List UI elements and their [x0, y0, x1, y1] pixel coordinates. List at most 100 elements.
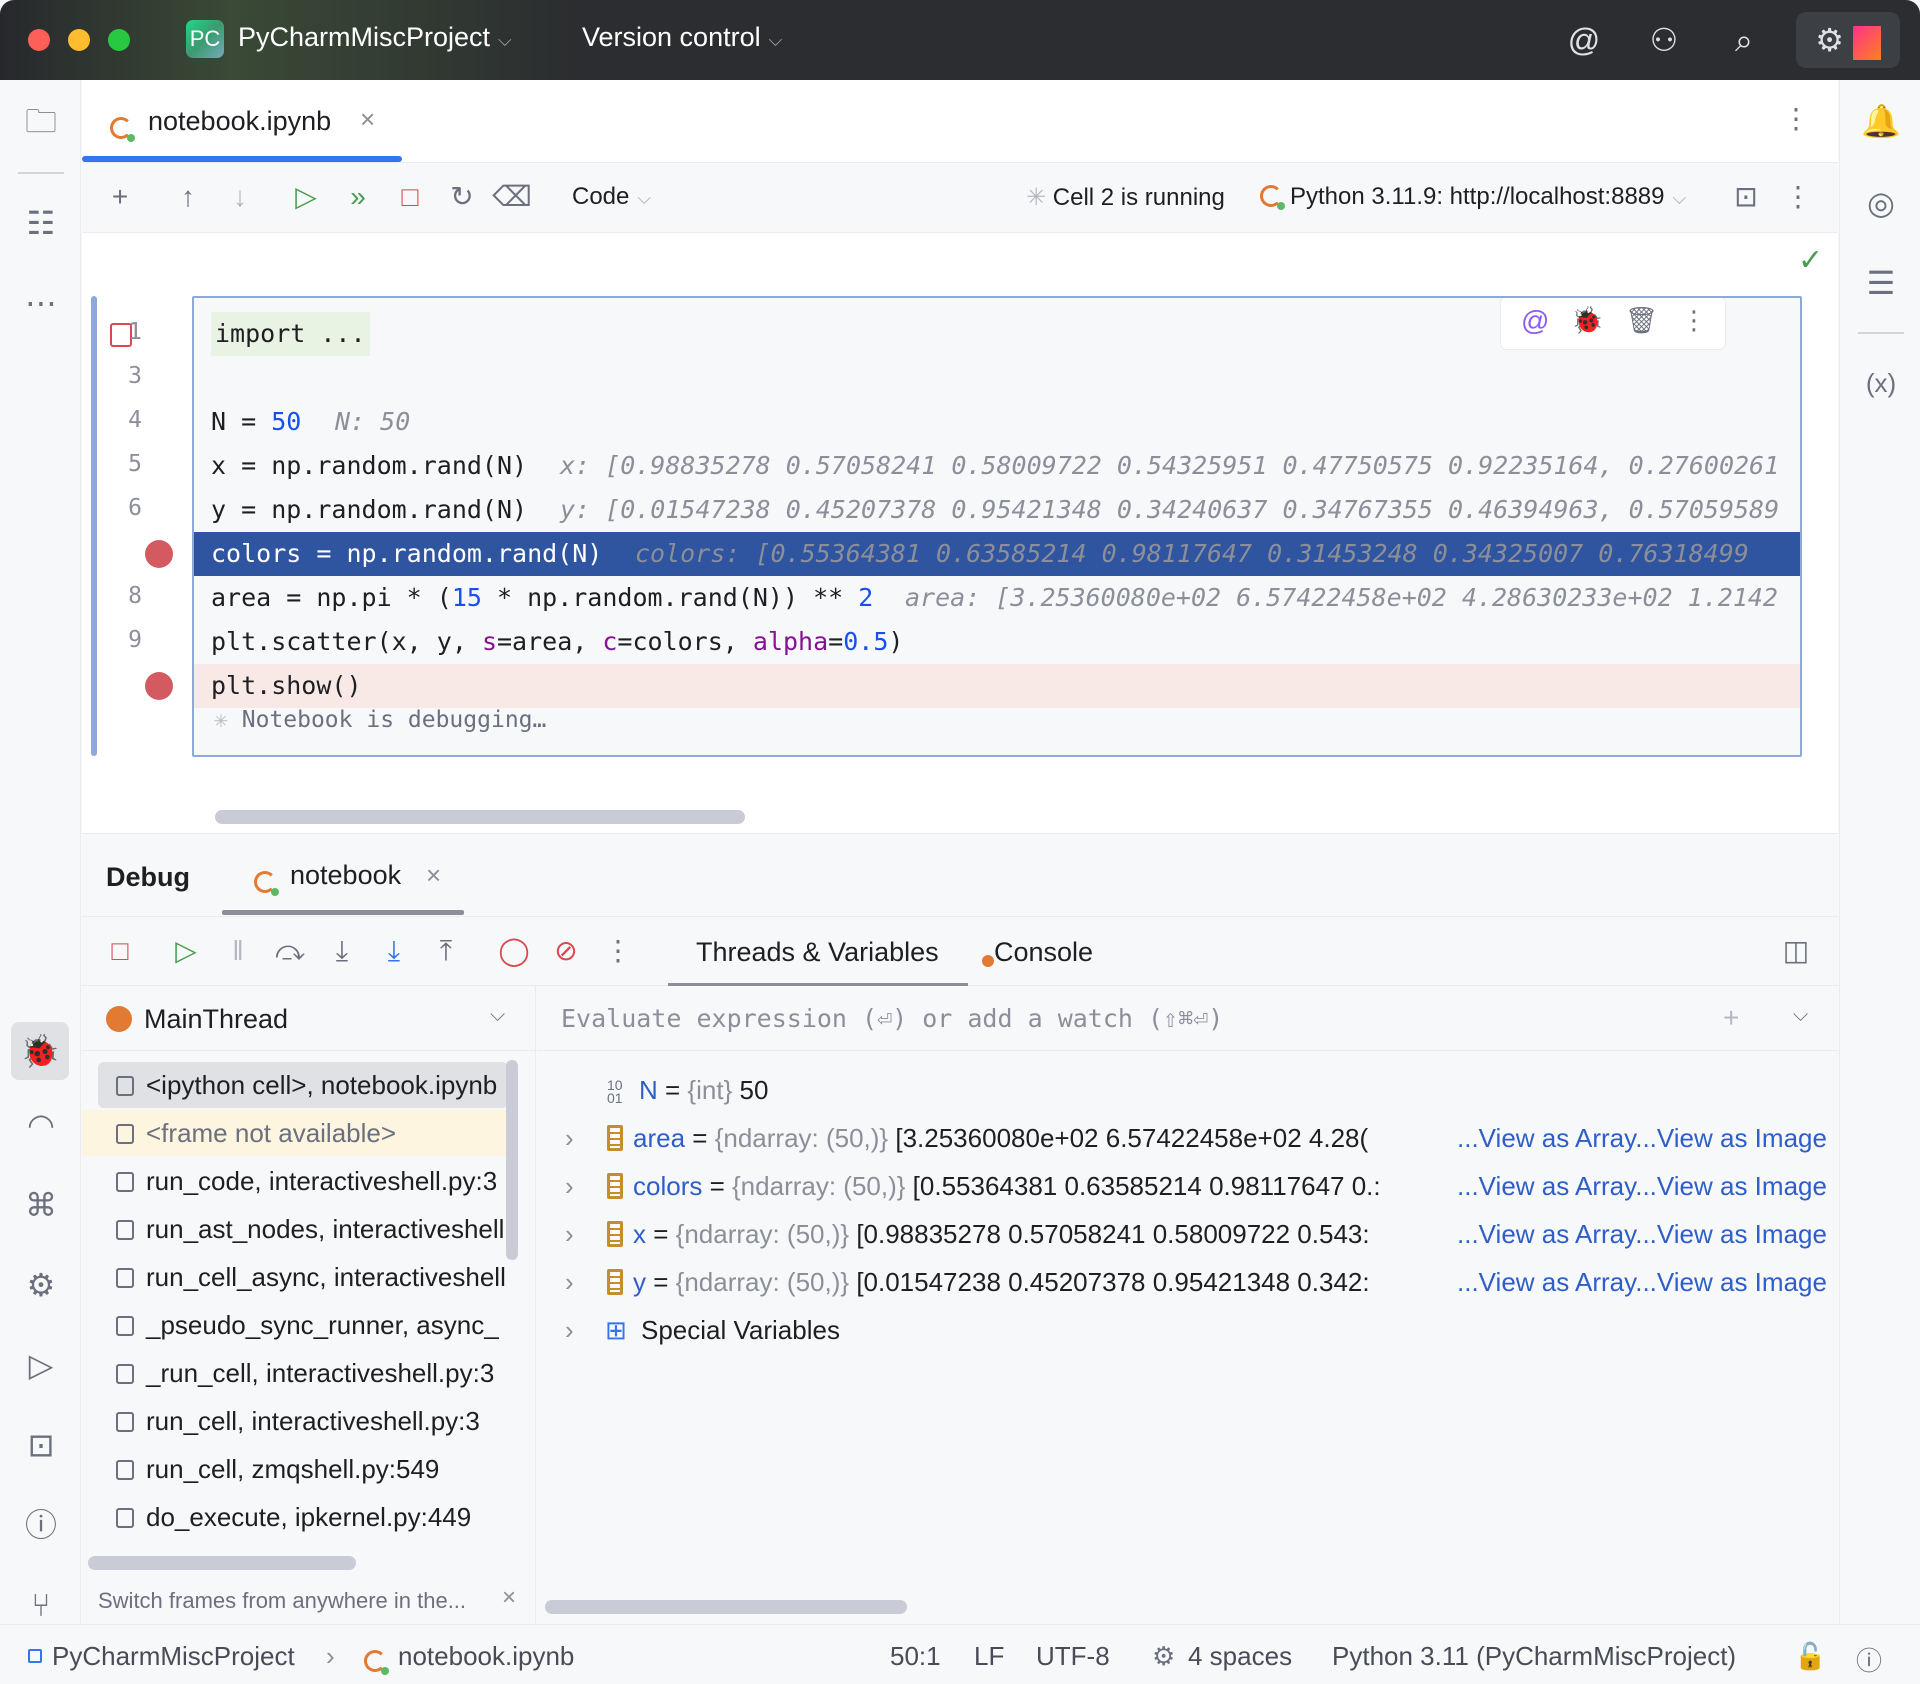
view-as-image-link[interactable]: ...View as Image: [1635, 1267, 1827, 1297]
mute-breakpoints-icon[interactable]: ⊘: [546, 931, 586, 971]
tab-notebook[interactable]: notebook.ipynb ×: [82, 80, 402, 163]
caret-position[interactable]: 50:1: [890, 1641, 941, 1672]
cell-type-select[interactable]: Code⌵: [572, 183, 651, 211]
stack-frame[interactable]: run_ast_nodes, interactiveshell: [98, 1206, 508, 1252]
close-tab-icon[interactable]: ×: [426, 860, 441, 891]
expand-chevron-icon[interactable]: ›: [565, 1114, 574, 1162]
stack-frame[interactable]: <frame not available>: [82, 1110, 508, 1156]
step-into-icon[interactable]: ⤓: [322, 931, 362, 971]
pause-icon[interactable]: ‖: [218, 931, 258, 971]
ai-chat-icon[interactable]: ◎: [1858, 180, 1904, 226]
expand-chevron-icon[interactable]: ›: [565, 1210, 574, 1258]
jupyter-server-icon[interactable]: ⊡: [1726, 177, 1766, 217]
code-line[interactable]: plt.scatter(x, y, s=area, c=colors, alph…: [194, 620, 1802, 664]
close-tab-icon[interactable]: ×: [360, 104, 375, 135]
frames-horizontal-scrollbar[interactable]: [88, 1556, 356, 1570]
close-window-button[interactable]: [28, 29, 50, 51]
layout-icon[interactable]: ◫: [1776, 931, 1816, 971]
horizontal-scrollbar[interactable]: [215, 810, 745, 824]
breakpoint-icon[interactable]: [145, 672, 173, 700]
stop-icon[interactable]: □: [390, 177, 430, 217]
search-icon[interactable]: ⌕: [1722, 18, 1766, 62]
view-as-array-link[interactable]: ...View as Array: [1457, 1171, 1635, 1201]
stack-frame[interactable]: <ipython cell>, notebook.ipynb: [98, 1062, 508, 1108]
stack-frame[interactable]: run_cell, interactiveshell.py:3: [98, 1398, 508, 1444]
breadcrumb-project[interactable]: PyCharmMiscProject: [52, 1641, 295, 1672]
view-as-array-link[interactable]: ...View as Array: [1457, 1219, 1635, 1249]
indent[interactable]: 4 spaces: [1188, 1641, 1292, 1672]
variables-icon[interactable]: (x): [1858, 360, 1904, 406]
variable-row[interactable]: ›y = {ndarray: (50,)} [0.01547238 0.4520…: [537, 1258, 1838, 1306]
variable-row[interactable]: ›colors = {ndarray: (50,)} [0.55364381 0…: [537, 1162, 1838, 1210]
more-icon[interactable]: ⋮: [1778, 177, 1818, 217]
view-as-image-link[interactable]: ...View as Image: [1635, 1123, 1827, 1153]
more-icon[interactable]: ⋮: [1782, 102, 1810, 135]
breadcrumb-file[interactable]: notebook.ipynb: [398, 1641, 574, 1672]
project-selector[interactable]: PyCharmMiscProject⌵: [238, 22, 512, 53]
stack-frame[interactable]: do_execute, ipkernel.py:449: [98, 1494, 508, 1540]
frames-scrollbar[interactable]: [506, 1060, 518, 1260]
debug-icon[interactable]: 🐞: [11, 1022, 69, 1080]
evaluate-expression-input[interactable]: Evaluate expression (⏎) or add a watch (…: [537, 986, 1838, 1051]
code-line[interactable]: colors = np.random.rand(N)colors: [0.553…: [194, 532, 1802, 576]
resume-icon[interactable]: ▷: [166, 931, 206, 971]
step-over-icon[interactable]: ⤼: [270, 931, 310, 971]
notifications-icon[interactable]: 🔔: [1858, 98, 1904, 144]
services-icon[interactable]: ⚙: [18, 1262, 64, 1308]
code-line[interactable]: [194, 356, 1802, 400]
view-as-array-link[interactable]: ...View as Array: [1457, 1123, 1635, 1153]
lock-icon[interactable]: 🔓: [1794, 1641, 1826, 1672]
folder-icon[interactable]: 🗀: [18, 98, 64, 144]
run-all-icon[interactable]: »: [338, 177, 378, 217]
python-packages-icon[interactable]: ⌘: [18, 1182, 64, 1228]
view-as-image-link[interactable]: ...View as Image: [1635, 1171, 1827, 1201]
move-down-icon[interactable]: ↓: [220, 177, 260, 217]
git-icon[interactable]: ⑂: [18, 1582, 64, 1628]
chevron-down-icon[interactable]: ⌵: [1793, 1004, 1808, 1027]
encoding[interactable]: UTF-8: [1036, 1641, 1110, 1672]
problems-icon[interactable]: ⓘ: [18, 1502, 64, 1548]
step-into-my-code-icon[interactable]: ⤓: [374, 931, 414, 971]
step-out-icon[interactable]: ⤒: [426, 931, 466, 971]
vcs-selector[interactable]: Version control⌵: [582, 22, 782, 53]
code-line[interactable]: area = np.pi * (15 * np.random.rand(N)) …: [194, 576, 1802, 620]
tab-threads-variables[interactable]: Threads & Variables: [668, 917, 968, 987]
add-watch-icon[interactable]: +: [1723, 1002, 1739, 1034]
add-user-icon[interactable]: ⚇: [1642, 18, 1686, 62]
expand-chevron-icon[interactable]: ›: [565, 1258, 574, 1306]
settings-button[interactable]: ⚙: [1796, 12, 1900, 68]
stop-icon[interactable]: □: [100, 931, 140, 971]
special-variables-row[interactable]: ›⊞Special Variables: [537, 1306, 1838, 1354]
view-breakpoints-icon[interactable]: ◯: [494, 931, 534, 971]
code-cell[interactable]: @ 🐞 🗑 ⋮ import ...N = 50N: 50x = np.rand…: [192, 296, 1802, 757]
debug-cell-icon[interactable]: 🐞: [1571, 305, 1603, 336]
debug-session-tab[interactable]: notebook ×: [222, 834, 464, 917]
run-icon[interactable]: ▷: [18, 1342, 64, 1388]
view-as-array-link[interactable]: ...View as Array: [1457, 1267, 1635, 1297]
stack-frame[interactable]: run_code, interactiveshell.py:3: [98, 1158, 508, 1204]
more-icon[interactable]: ⋯: [18, 280, 64, 326]
variable-row[interactable]: 1001N = {int} 50: [537, 1066, 1838, 1114]
minimize-window-button[interactable]: [68, 29, 90, 51]
code-line[interactable]: y = np.random.rand(N)y: [0.01547238 0.45…: [194, 488, 1802, 532]
stack-frame[interactable]: _run_cell, interactiveshell.py:3: [98, 1350, 508, 1396]
restart-kernel-icon[interactable]: ↻: [442, 177, 482, 217]
terminal-icon[interactable]: ⊡: [18, 1422, 64, 1468]
python-console-icon[interactable]: ◠: [18, 1102, 64, 1148]
thread-select[interactable]: MainThread ⌵: [82, 986, 536, 1051]
add-cell-icon[interactable]: +: [100, 177, 140, 217]
ai-icon[interactable]: @: [1521, 305, 1549, 337]
ai-assistant-icon[interactable]: @: [1562, 18, 1606, 62]
interpreter[interactable]: Python 3.11 (PyCharmMiscProject): [1332, 1641, 1736, 1672]
close-hint-icon[interactable]: ×: [502, 1584, 516, 1612]
variable-row[interactable]: ›area = {ndarray: (50,)} [3.25360080e+02…: [537, 1114, 1838, 1162]
stack-frame[interactable]: run_cell, zmqshell.py:549: [98, 1446, 508, 1492]
expand-chevron-icon[interactable]: ›: [565, 1162, 574, 1210]
view-as-image-link[interactable]: ...View as Image: [1635, 1219, 1827, 1249]
expand-chevron-icon[interactable]: ›: [565, 1306, 574, 1354]
move-up-icon[interactable]: ↑: [168, 177, 208, 217]
structure-icon[interactable]: ☷: [18, 200, 64, 246]
more-icon[interactable]: ⋮: [1681, 305, 1707, 336]
variables-horizontal-scrollbar[interactable]: [545, 1600, 907, 1614]
line-separator[interactable]: LF: [974, 1641, 1004, 1672]
